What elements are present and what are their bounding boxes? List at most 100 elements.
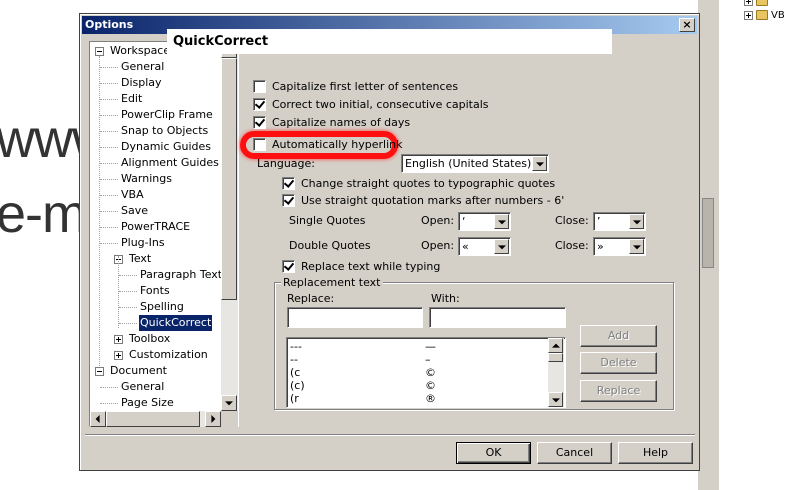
checkbox[interactable] (282, 193, 295, 207)
background-tree-label: VB (771, 9, 785, 21)
option-capitalize-first-letter[interactable]: Capitalize first letter of sentences (253, 78, 458, 94)
option-capitalize-names-of-days[interactable]: Capitalize names of days (253, 114, 410, 130)
tree-horizontal-scrollbar[interactable] (90, 411, 221, 427)
tree-connector (100, 115, 118, 116)
checkbox[interactable] (253, 115, 266, 129)
tree-item-label: Save (121, 204, 149, 217)
tree-item[interactable]: Alignment Guides (90, 155, 225, 171)
tree-item-label: Toolbox (129, 332, 171, 345)
replace-button[interactable]: Replace (580, 380, 657, 402)
tree-item[interactable]: Customization (90, 347, 225, 363)
background-tree-row[interactable] (744, 0, 785, 8)
scroll-thumb[interactable] (548, 353, 563, 362)
delete-button[interactable]: Delete (580, 352, 657, 374)
close-button[interactable]: × (679, 18, 695, 32)
option-automatically-hyperlink[interactable]: Automatically hyperlink (253, 136, 402, 152)
replace-input[interactable] (287, 307, 423, 328)
tree-item[interactable]: General (90, 379, 225, 395)
expand-icon[interactable] (114, 335, 123, 344)
tree-connector (100, 179, 118, 180)
scroll-down-button[interactable] (221, 395, 237, 411)
tree-item[interactable]: Warnings (90, 171, 225, 187)
tree-item[interactable]: VBA (90, 187, 225, 203)
checkbox-label: Correct two initial, consecutive capital… (272, 97, 489, 111)
tree-item-label: Snap to Objects (121, 124, 209, 137)
tree-connector (100, 67, 118, 68)
tree-item[interactable]: Text (90, 251, 225, 267)
option-straight-marks-after-numbers[interactable]: Use straight quotation marks after numbe… (282, 192, 564, 208)
tree-item-label: Spelling (140, 300, 184, 313)
tree-item[interactable]: Display (90, 75, 225, 91)
option-replace-text-while-typing[interactable]: Replace text while typing (282, 258, 440, 274)
scroll-left-button[interactable] (90, 411, 106, 427)
tree-item[interactable]: Spelling (90, 299, 225, 315)
single-close-select[interactable]: ’ (593, 212, 646, 231)
list-item[interactable]: (r ® (290, 392, 550, 405)
folder-icon (756, 10, 768, 20)
tree-item[interactable]: Document (90, 363, 225, 379)
dropdown-button[interactable] (532, 156, 547, 171)
cancel-button[interactable]: Cancel (537, 442, 612, 464)
checkbox[interactable] (253, 79, 266, 93)
double-close-select[interactable]: » (593, 237, 646, 256)
background-scroll-thumb[interactable] (702, 198, 714, 268)
tree-item[interactable]: Paragraph Text (90, 267, 225, 283)
help-button[interactable]: Help (618, 442, 693, 464)
replacement-list[interactable]: --- — -- – (c © (c) © (r ® (286, 337, 566, 408)
collapse-icon[interactable] (95, 367, 104, 376)
single-open-select[interactable]: ‘ (458, 212, 511, 231)
dropdown-button[interactable] (629, 214, 644, 229)
checkbox[interactable] (253, 97, 266, 111)
dropdown-button[interactable] (629, 239, 644, 254)
checkbox[interactable] (282, 259, 295, 273)
collapse-icon[interactable] (95, 47, 104, 56)
list-item[interactable]: (c © (290, 366, 550, 379)
tree-item[interactable]: Save (90, 203, 225, 219)
language-select[interactable]: English (United States) (401, 154, 549, 173)
with-input[interactable] (429, 307, 566, 328)
chevron-down-icon (497, 244, 506, 249)
tree-item-label: Fonts (140, 284, 170, 297)
tree-item[interactable]: PowerClip Frame (90, 107, 225, 123)
expand-icon[interactable] (114, 351, 123, 360)
scroll-thumb-horizontal[interactable] (106, 411, 200, 427)
tree-item[interactable]: General (90, 59, 225, 75)
scroll-thumb[interactable] (221, 58, 237, 300)
dropdown-button[interactable] (494, 214, 509, 229)
tree-item[interactable]: Plug-Ins (90, 235, 225, 251)
tree-item[interactable]: Fonts (90, 283, 225, 299)
checkbox-label: Change straight quotes to typographic qu… (301, 176, 556, 190)
tree-item[interactable]: Page Size (90, 395, 225, 411)
background-tree-row[interactable]: VB (744, 8, 785, 22)
list-item[interactable]: --- — (290, 340, 550, 353)
option-change-straight-quotes[interactable]: Change straight quotes to typographic qu… (282, 175, 555, 191)
tree-vertical-scrollbar[interactable] (221, 42, 238, 411)
list-item-replace: --- (290, 340, 302, 353)
scroll-up-button[interactable] (548, 338, 563, 353)
background-scrollbar[interactable] (697, 0, 719, 490)
expand-icon[interactable] (744, 0, 753, 6)
dropdown-button[interactable] (494, 239, 509, 254)
scroll-down-button[interactable] (548, 392, 563, 407)
tree-item-label: Warnings (121, 172, 172, 185)
option-correct-two-initial-capitals[interactable]: Correct two initial, consecutive capital… (253, 96, 489, 112)
tree-item[interactable]: QuickCorrect (90, 315, 225, 331)
list-item[interactable]: -- – (290, 353, 550, 366)
scroll-right-button[interactable] (205, 411, 221, 427)
expand-icon[interactable] (744, 10, 753, 20)
tree-item[interactable]: Toolbox (90, 331, 225, 347)
add-button[interactable]: Add (580, 325, 657, 347)
tree-item[interactable]: Snap to Objects (90, 123, 225, 139)
page-title: QuickCorrect (173, 34, 269, 49)
category-tree[interactable]: Workspace General Display Edit PowerClip Fra… (89, 41, 239, 427)
arrow-down-icon (551, 397, 560, 402)
list-item[interactable]: (c) © (290, 379, 550, 392)
checkbox[interactable] (282, 176, 295, 190)
double-open-select[interactable]: « (458, 237, 511, 256)
list-vertical-scrollbar[interactable] (548, 338, 564, 407)
tree-item[interactable]: PowerTRACE (90, 219, 225, 235)
tree-item[interactable]: Edit (90, 91, 225, 107)
ok-button[interactable]: OK (456, 442, 531, 464)
tree-item[interactable]: Dynamic Guides (90, 139, 225, 155)
checkbox[interactable] (253, 137, 266, 151)
